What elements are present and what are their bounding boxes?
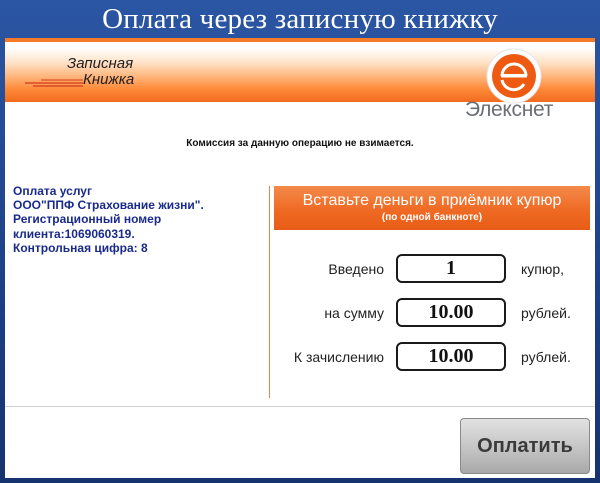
- amount-unit: рублей.: [521, 305, 571, 321]
- amount-row: на сумму 10.00 рублей.: [274, 298, 590, 328]
- credit-label: К зачислению: [293, 349, 384, 365]
- main-panel: Записная Книжка Элекснет Комиссия за дан…: [5, 38, 595, 478]
- eleksnet-emblem-icon: [486, 48, 542, 104]
- payment-info: Оплата услуг ООО"ППФ Страхование жизни".…: [13, 184, 258, 255]
- page-title: Оплата через записную книжку: [102, 3, 498, 35]
- commission-notice: Комиссия за данную операцию не взимается…: [186, 138, 414, 149]
- payment-info-line: Регистрационный номер: [13, 212, 162, 227]
- inserted-count-row: Введено 1 купюр,: [274, 254, 590, 284]
- inserted-count-unit: купюр,: [521, 261, 565, 277]
- title-bar: Оплата через записную книжку: [0, 0, 600, 38]
- eleksnet-brand-text: Элекснет: [465, 98, 554, 121]
- bottom-divider: [5, 406, 595, 407]
- credit-unit: рублей.: [521, 349, 571, 365]
- credit-value: 10.00: [396, 342, 506, 371]
- insert-money-subtext: (по одной банкноте): [381, 212, 483, 223]
- pay-button[interactable]: Оплатить: [460, 418, 590, 474]
- insert-money-text: Вставьте деньги в приёмник купюр: [302, 192, 562, 209]
- section-divider: [269, 186, 270, 398]
- payment-info-line: клиента:1069060319.: [13, 226, 135, 241]
- amount-label: на сумму: [324, 305, 384, 321]
- credit-row: К зачислению 10.00 рублей.: [274, 342, 590, 372]
- payment-info-line: Контрольная цифра: 8: [13, 240, 148, 255]
- inserted-count-value: 1: [396, 254, 506, 283]
- payment-info-line: ООО"ППФ Страхование жизни".: [13, 198, 204, 213]
- insert-money-banner: Вставьте деньги в приёмник купюр (по одн…: [274, 186, 590, 230]
- payment-info-line: Оплата услуг: [13, 184, 92, 198]
- zapisnaya-logo-line2: Книжка: [83, 71, 135, 88]
- zapisnaya-knizhka-logo: Записная Книжка: [25, 53, 195, 91]
- amount-value: 10.00: [396, 298, 506, 327]
- inserted-count-label: Введено: [328, 261, 384, 277]
- header-top-line: [5, 38, 595, 42]
- zapisnaya-logo-line1: Записная: [67, 55, 134, 72]
